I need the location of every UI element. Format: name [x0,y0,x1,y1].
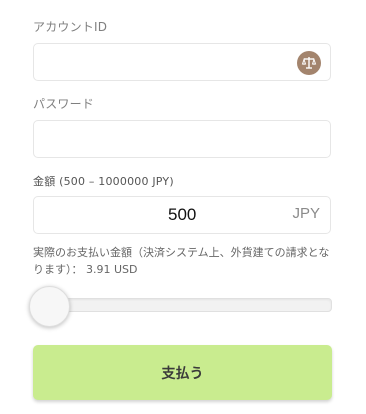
amount-slider-thumb[interactable] [29,286,70,327]
account-id-input[interactable] [33,43,331,81]
amount-slider-track[interactable] [33,298,332,312]
amount-input[interactable]: 500 JPY [33,196,331,234]
currency-label: JPY [292,205,320,222]
account-id-label: アカウントID [33,20,108,34]
amount-value: 500 [168,205,197,224]
pay-button[interactable]: 支払う [33,345,332,400]
payment-note: 実際のお支払い金額（決済システム上、外貨建ての請求となります）： 3.91 US… [33,246,330,276]
password-label: パスワード [33,97,95,111]
amount-label: 金額 (500 – 1000000 JPY) [33,175,174,188]
password-input[interactable] [33,120,331,158]
scale-icon[interactable] [297,51,321,75]
